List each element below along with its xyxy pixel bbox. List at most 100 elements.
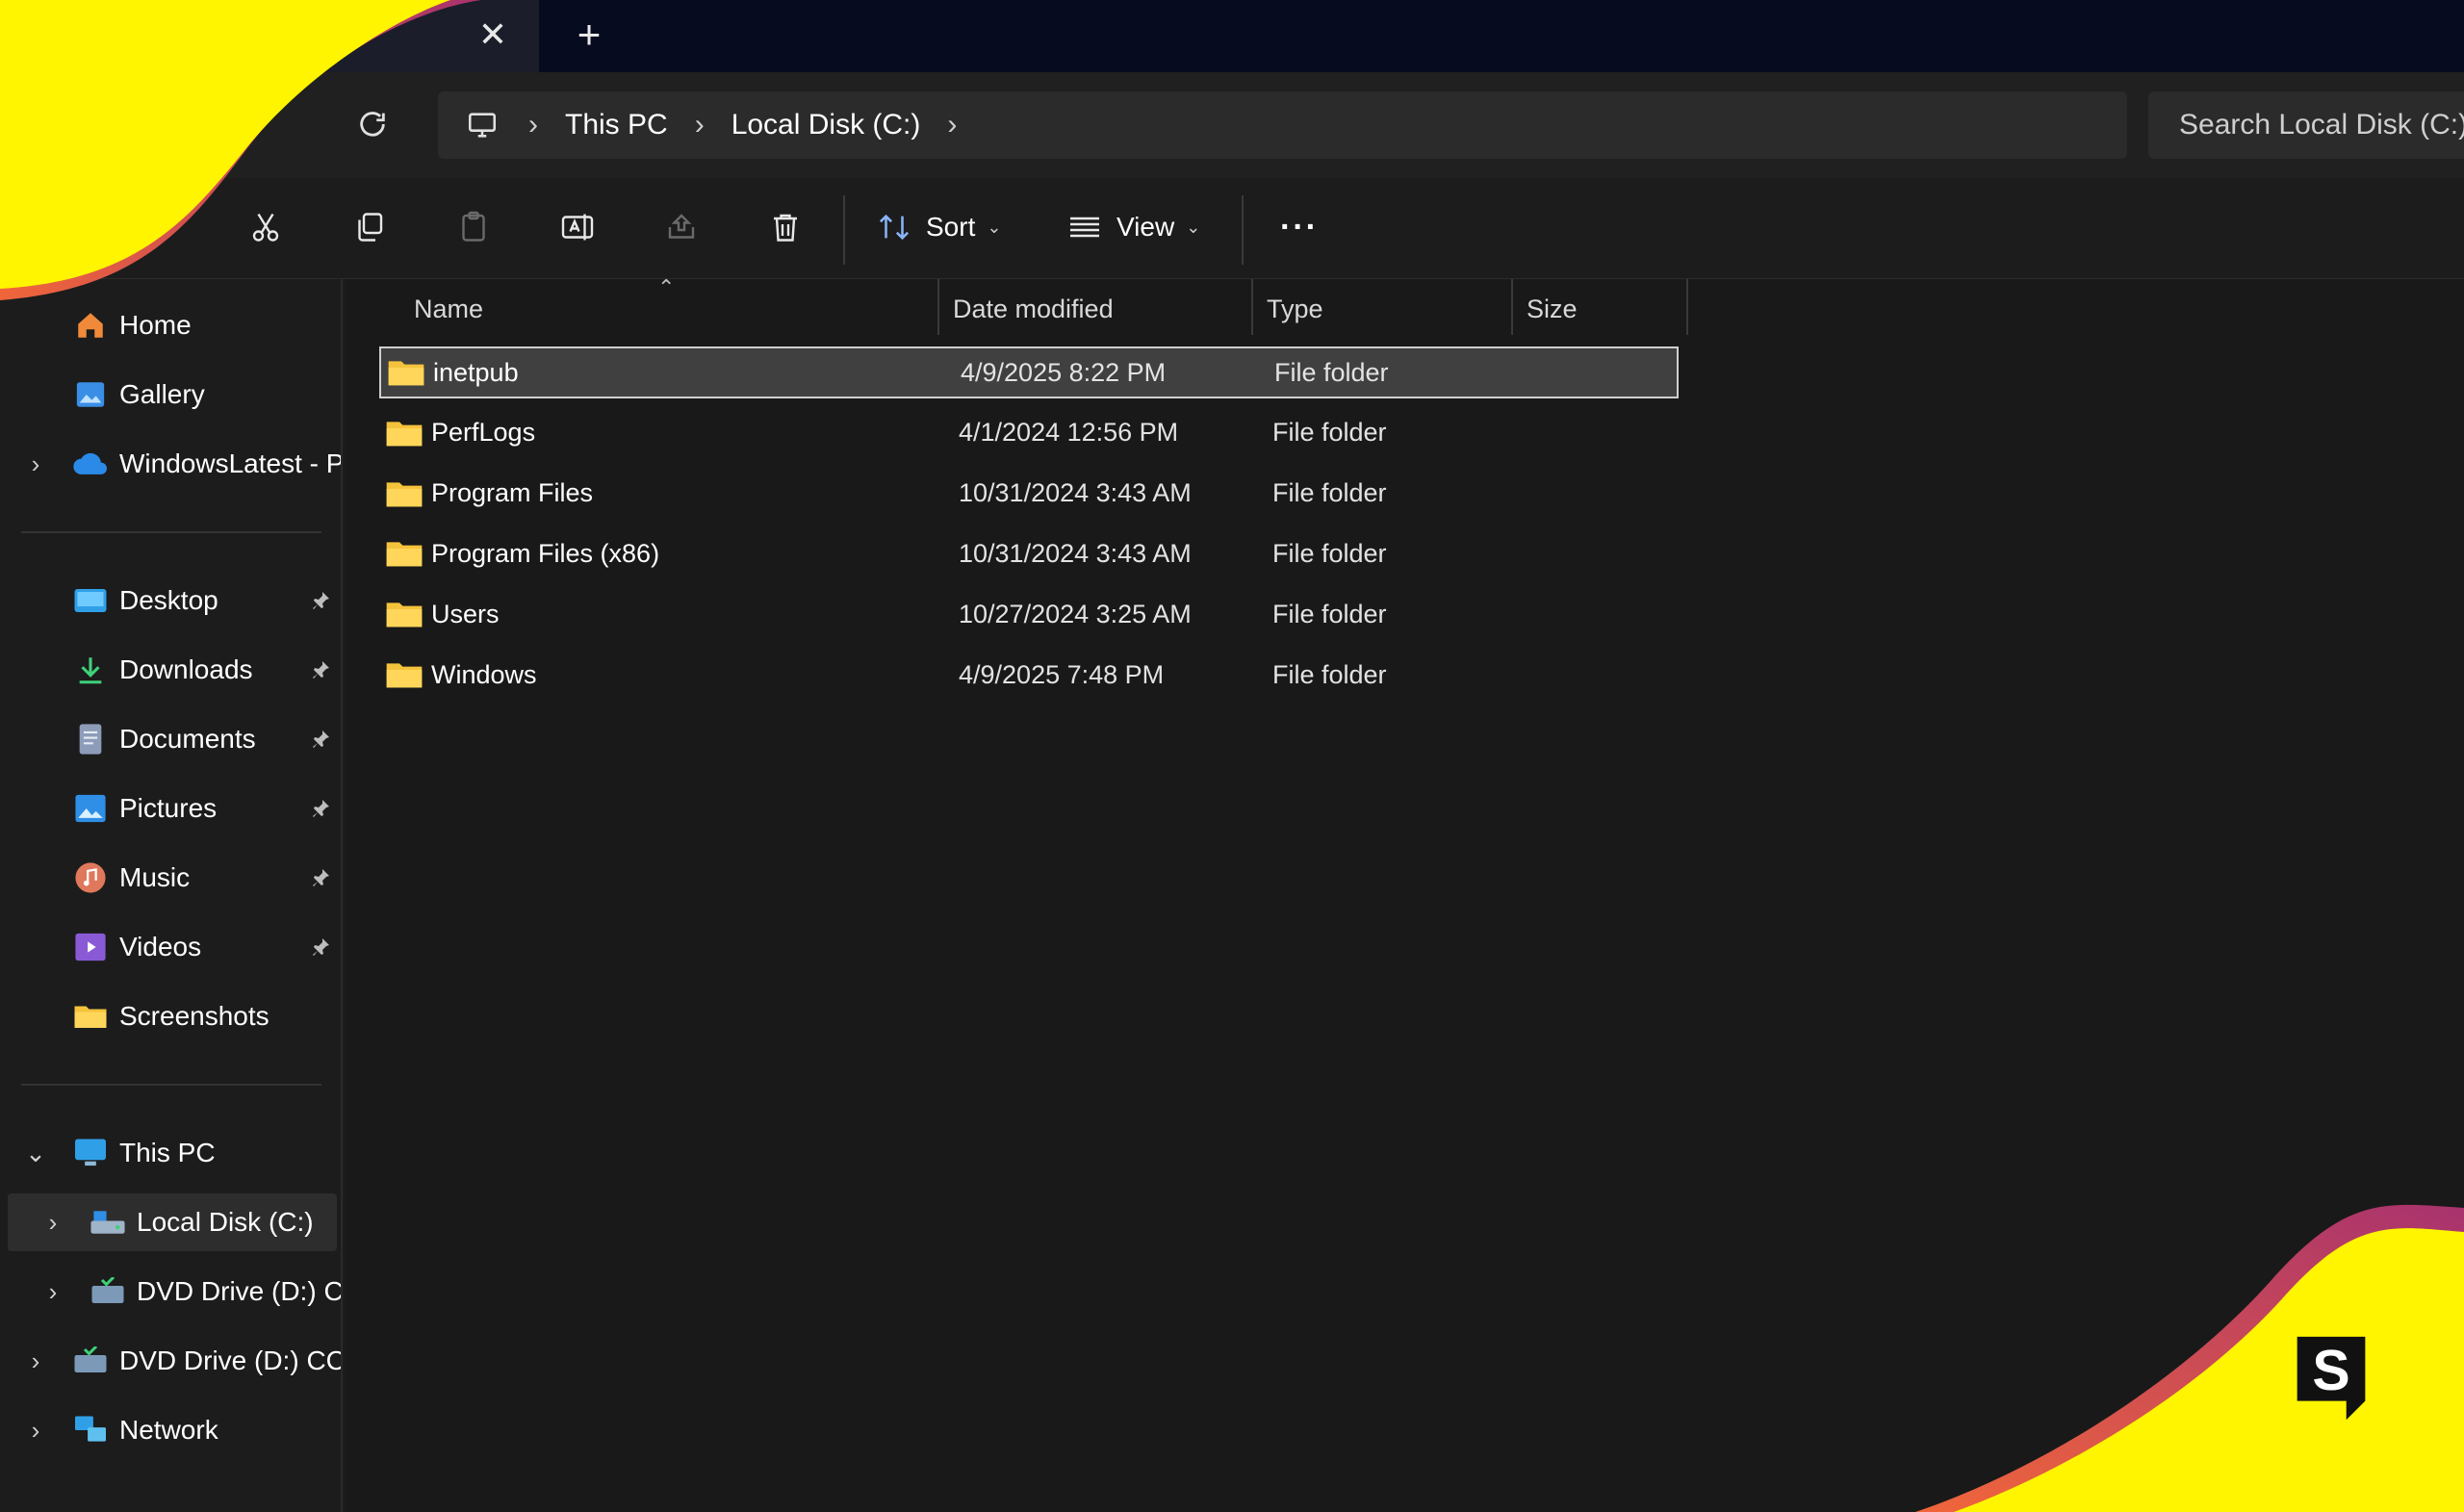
breadcrumb-this-pc[interactable]: This PC <box>565 109 668 141</box>
pin-icon[interactable] <box>306 725 335 754</box>
desktop-icon <box>71 581 110 620</box>
downloads-icon <box>71 651 110 689</box>
share-button[interactable] <box>656 202 706 252</box>
search-input[interactable]: Search Local Disk (C:) <box>2148 91 2464 159</box>
sidebar-item-home[interactable]: Home <box>0 296 341 354</box>
sidebar-divider <box>21 531 321 533</box>
delete-button[interactable] <box>760 202 810 252</box>
rename-button[interactable] <box>552 202 603 252</box>
sidebar-item-documents[interactable]: Documents <box>0 710 341 768</box>
folder-icon <box>388 361 424 386</box>
pin-icon[interactable] <box>306 655 335 684</box>
sidebar-item-network[interactable]: › Network <box>0 1401 341 1459</box>
sidebar-item-label: DVD Drive (D:) CCC <box>119 1345 341 1375</box>
chevron-right-icon[interactable]: › <box>21 1416 50 1446</box>
table-row[interactable]: Program Files 10/31/2024 3:43 AM File fold… <box>379 468 1679 520</box>
videos-icon <box>71 928 110 966</box>
column-divider[interactable] <box>1686 279 1688 335</box>
sidebar-item-dvd-drive[interactable]: › DVD Drive (D:) CC <box>0 1263 341 1320</box>
paste-icon <box>462 211 485 242</box>
folder-icon <box>386 481 423 506</box>
pin-icon[interactable] <box>306 794 335 823</box>
chevron-right-icon[interactable]: › <box>38 1208 67 1238</box>
folder-icon <box>386 663 423 688</box>
folder-icon <box>386 422 423 447</box>
chevron-right-icon[interactable]: › <box>21 449 50 479</box>
column-header-date[interactable]: Date modified <box>953 279 1114 339</box>
pin-icon[interactable] <box>306 933 335 961</box>
sidebar-item-onedrive[interactable]: › WindowsLatest - Pe <box>0 435 341 493</box>
sort-button[interactable]: Sort ⌄ <box>876 202 1020 252</box>
table-row[interactable]: Users 10/27/2024 3:25 AM File folder <box>379 588 1679 640</box>
new-tab-button[interactable]: + <box>568 12 610 57</box>
table-row[interactable]: Windows 4/9/2025 7:48 PM File folder <box>379 649 1679 701</box>
view-icon <box>1070 217 1099 238</box>
dvd-drive-icon <box>71 1342 110 1380</box>
sidebar-item-downloads[interactable]: Downloads <box>0 641 341 699</box>
close-tab-button[interactable]: ✕ <box>472 13 514 56</box>
cut-button[interactable] <box>241 202 291 252</box>
chevron-down-icon: ⌄ <box>1186 217 1201 237</box>
chevron-right-icon[interactable]: › <box>38 1277 67 1307</box>
sort-label: Sort <box>926 212 976 242</box>
breadcrumb-chevron-icon[interactable]: › <box>695 109 705 141</box>
pin-icon[interactable] <box>306 863 335 892</box>
sort-ascending-icon: ⌃ <box>657 275 676 299</box>
home-icon <box>71 306 110 345</box>
address-bar[interactable]: › This PC › Local Disk (C:) › <box>438 91 2127 159</box>
paste-button[interactable] <box>449 202 499 252</box>
sidebar-item-label: Home <box>119 310 192 340</box>
file-list: ⌃ Name Date modified Type Size inetpub 4/… <box>345 275 2464 1512</box>
toolbar-divider <box>843 195 845 265</box>
sidebar-item-screenshots[interactable]: Screenshots <box>0 987 341 1045</box>
sidebar-item-label: Downloads <box>119 654 253 684</box>
refresh-button[interactable] <box>348 100 397 148</box>
column-header-size[interactable]: Size <box>1527 279 1578 339</box>
breadcrumb-local-disk[interactable]: Local Disk (C:) <box>732 109 921 141</box>
file-name: Users <box>431 599 500 628</box>
onedrive-icon <box>71 445 110 483</box>
view-button[interactable]: View ⌄ <box>1066 202 1211 252</box>
chevron-down-icon[interactable]: ⌄ <box>21 1139 50 1168</box>
file-date-modified: 10/31/2024 3:43 AM <box>959 478 1192 508</box>
column-divider[interactable] <box>1251 279 1253 335</box>
dvd-drive-icon <box>89 1272 127 1311</box>
more-options-button[interactable]: ··· <box>1270 202 1328 252</box>
documents-icon <box>71 720 110 758</box>
sidebar-item-desktop[interactable]: Desktop <box>0 572 341 629</box>
file-name: Windows <box>431 659 537 689</box>
sidebar-divider <box>21 1084 321 1086</box>
delete-icon <box>774 214 797 242</box>
sidebar-item-dvd-drive-2[interactable]: › DVD Drive (D:) CCC <box>0 1332 341 1390</box>
sidebar-item-label: Gallery <box>119 379 205 409</box>
view-label: View <box>1116 212 1175 242</box>
sort-icon <box>879 214 910 241</box>
column-divider[interactable] <box>937 279 939 335</box>
sidebar-item-this-pc[interactable]: ⌄ This PC <box>0 1124 341 1182</box>
breadcrumb-chevron-icon[interactable]: › <box>947 109 957 141</box>
chevron-right-icon[interactable]: › <box>21 1346 50 1376</box>
navigation-pane: Home Gallery › WindowsLatest - Pe Deskto… <box>0 279 343 1512</box>
file-type: File folder <box>1272 659 1387 689</box>
computer-icon <box>468 113 497 138</box>
table-row[interactable]: Program Files (x86) 10/31/2024 3:43 AM Fil… <box>379 527 1679 579</box>
column-header-name[interactable]: Name <box>414 279 483 339</box>
column-divider[interactable] <box>1511 279 1513 335</box>
sidebar-item-videos[interactable]: Videos <box>0 918 341 976</box>
sidebar-item-local-disk-c[interactable]: › Local Disk (C:) <box>8 1193 337 1251</box>
column-header-type[interactable]: Type <box>1267 279 1323 339</box>
copy-button[interactable] <box>345 202 395 252</box>
address-row: › This PC › Local Disk (C:) › Search Loc… <box>0 72 2464 178</box>
active-tab[interactable]: ✕ <box>0 0 539 72</box>
copy-icon <box>358 213 383 242</box>
gallery-icon <box>71 375 110 414</box>
pin-icon[interactable] <box>306 586 335 615</box>
sidebar-item-label: This PC <box>119 1138 216 1167</box>
table-row[interactable]: inetpub 4/9/2025 8:22 PM File folder <box>379 346 1679 398</box>
sidebar-item-pictures[interactable]: Pictures <box>0 780 341 837</box>
file-type: File folder <box>1272 478 1387 508</box>
file-date-modified: 4/1/2024 12:56 PM <box>959 418 1179 448</box>
table-row[interactable]: PerfLogs 4/1/2024 12:56 PM File folder <box>379 407 1679 459</box>
sidebar-item-music[interactable]: Music <box>0 849 341 907</box>
sidebar-item-gallery[interactable]: Gallery <box>0 366 341 423</box>
